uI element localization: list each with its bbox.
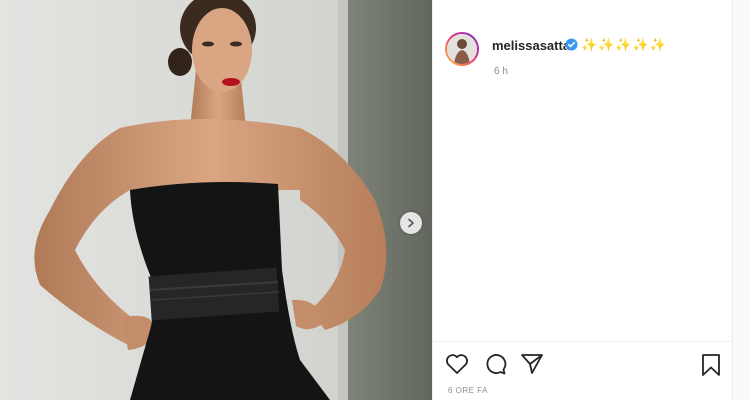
avatar-photo-icon [447, 34, 477, 64]
avatar-image [447, 34, 477, 64]
heart-icon [446, 354, 468, 374]
chevron-right-icon [408, 218, 414, 228]
post-header: melissasatta ✨✨✨✨✨ [445, 32, 725, 72]
bookmark-icon [702, 354, 720, 376]
username-link[interactable]: melissasatta [492, 38, 570, 53]
post-time-ago[interactable]: 6 h [494, 66, 508, 77]
like-button[interactable] [445, 353, 469, 380]
save-button[interactable] [700, 353, 722, 382]
post-actions [445, 353, 725, 379]
share-button[interactable] [520, 353, 544, 380]
page-background [732, 0, 750, 400]
post-details-panel: melissasatta ✨✨✨✨✨ 6 h 6 ORE FA [432, 0, 733, 400]
next-photo-button[interactable] [400, 212, 422, 234]
post-date[interactable]: 6 ORE FA [448, 386, 488, 395]
comment-button[interactable] [483, 353, 507, 380]
photo-illustration [0, 0, 432, 400]
paper-plane-icon [521, 354, 543, 374]
verified-badge-icon [565, 38, 578, 51]
comment-icon [486, 354, 507, 375]
divider [433, 341, 733, 342]
avatar[interactable] [445, 32, 479, 66]
post-caption: ✨✨✨✨✨ [581, 37, 667, 52]
post-photo[interactable] [0, 0, 432, 400]
